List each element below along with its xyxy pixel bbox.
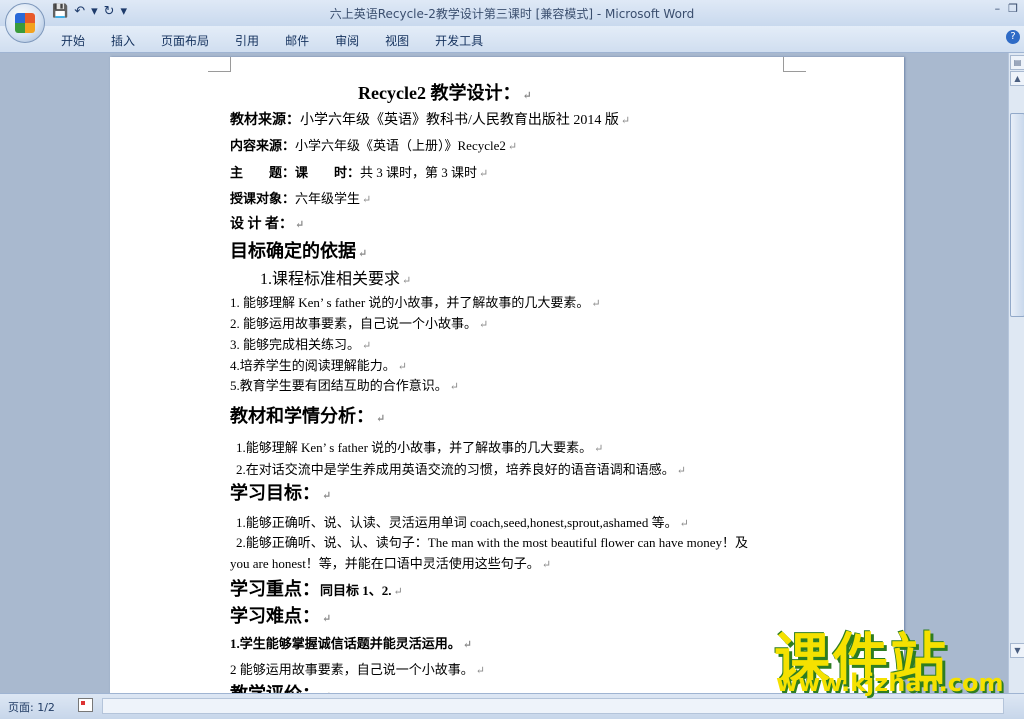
tab-view[interactable]: 视图 bbox=[372, 30, 422, 51]
goal-2: 2.能够正确听、说、认、读句子：The man with the most be… bbox=[236, 535, 748, 550]
source-line-1: 教材来源：小学六年级《英语》教科书/人民教育出版社 2014 版 ↵ bbox=[230, 113, 631, 128]
ruler-toggle-icon[interactable]: ▤ bbox=[1010, 55, 1024, 70]
horizontal-scrollbar[interactable] bbox=[102, 698, 1004, 714]
list-item: 1.能够理解 Ken’ s father 说的小故事，并了解故事的几大要素。 ↵ bbox=[236, 440, 604, 455]
designer-line: 设 计 者： ↵ bbox=[230, 217, 305, 232]
subheading-standards: 1.课程标准相关要求 ↵ bbox=[260, 271, 412, 288]
margin-mark-top-right bbox=[783, 57, 806, 72]
key-line: 学习重点：同目标 1、2. ↵ bbox=[230, 579, 403, 599]
tab-insert[interactable]: 插入 bbox=[98, 30, 148, 51]
tab-mailings[interactable]: 邮件 bbox=[272, 30, 322, 51]
heading-goals: 学习目标： ↵ bbox=[230, 483, 332, 503]
tab-developer[interactable]: 开发工具 bbox=[422, 30, 496, 51]
tab-page-layout[interactable]: 页面布局 bbox=[148, 30, 222, 51]
difficulty-2: 2 能够运用故事要素，自己说一个小故事。 ↵ bbox=[230, 662, 485, 677]
scroll-down-icon[interactable]: ▼ bbox=[1010, 643, 1024, 658]
restore-icon[interactable]: ❐ bbox=[1008, 2, 1018, 15]
heading-analysis: 教材和学情分析： ↵ bbox=[230, 406, 386, 426]
tab-home[interactable]: 开始 bbox=[48, 30, 98, 51]
help-icon[interactable]: ? bbox=[1006, 30, 1020, 44]
list-item: 3. 能够完成相关练习。 ↵ bbox=[230, 337, 372, 352]
list-item: 2. 能够运用故事要素，自己说一个小故事。 ↵ bbox=[230, 316, 489, 331]
window-controls: – ❐ bbox=[995, 2, 1018, 15]
watermark: 课件站 www.kjzhan.com bbox=[770, 615, 1010, 697]
office-button[interactable] bbox=[5, 3, 45, 43]
doc-title: Recycle2 教学设计： ↵ bbox=[358, 83, 532, 103]
margin-mark-top-left bbox=[208, 57, 231, 72]
heading-difficulty: 学习难点： ↵ bbox=[230, 606, 332, 626]
document-area: Recycle2 教学设计： ↵ 教材来源：小学六年级《英语》教科书/人民教育出版… bbox=[0, 53, 1008, 693]
goal-1: 1.能够正确听、说、认读、灵活运用单词 coach,seed,honest,sp… bbox=[236, 515, 689, 530]
page-indicator[interactable]: 页面: 1/2 bbox=[8, 699, 55, 715]
list-item: 4.培养学生的阅读理解能力。 ↵ bbox=[230, 358, 407, 373]
title-bar: 💾 ↶ ▾ ↻ ▾ 六上英语Recycle-2教学设计第三课时 [兼容模式] -… bbox=[0, 0, 1024, 27]
difficulty-1: 1.学生能够掌握诚信话题并能灵活运用。 ↵ bbox=[230, 636, 472, 651]
tab-references[interactable]: 引用 bbox=[222, 30, 272, 51]
tab-review[interactable]: 审阅 bbox=[322, 30, 372, 51]
source-line-2: 内容来源：小学六年级《英语（上册）》Recycle2 ↵ bbox=[230, 138, 518, 153]
watermark-url: www.kjzhan.com bbox=[776, 669, 1004, 697]
ribbon: 开始 插入 页面布局 引用 邮件 审阅 视图 开发工具 ? bbox=[0, 26, 1024, 53]
scroll-thumb[interactable] bbox=[1010, 113, 1024, 317]
ribbon-tabs: 开始 插入 页面布局 引用 邮件 审阅 视图 开发工具 bbox=[48, 30, 496, 51]
proofing-icon[interactable] bbox=[78, 698, 93, 712]
list-item: 2.在对话交流中是学生养成用英语交流的习惯，培养良好的语音语调和语感。 ↵ bbox=[236, 462, 686, 477]
list-item: 5.教育学生要有团结互助的合作意识。 ↵ bbox=[230, 378, 459, 393]
scroll-up-icon[interactable]: ▲ bbox=[1010, 71, 1024, 86]
document-page[interactable]: Recycle2 教学设计： ↵ 教材来源：小学六年级《英语》教科书/人民教育出版… bbox=[110, 57, 904, 693]
audience-line: 授课对象：六年级学生 ↵ bbox=[230, 191, 372, 206]
list-item: 1. 能够理解 Ken’ s father 说的小故事，并了解故事的几大要素。 ↵ bbox=[230, 295, 601, 310]
vertical-scrollbar[interactable]: ▤ ▲ ▼ bbox=[1008, 53, 1024, 693]
goal-2-cont: you are honest！等，并能在口语中灵活使用这些句子。 ↵ bbox=[230, 556, 552, 571]
minimize-icon[interactable]: – bbox=[995, 2, 1001, 15]
heading-basis: 目标确定的依据 ↵ bbox=[230, 241, 368, 261]
office-logo-icon bbox=[15, 13, 35, 33]
topic-line: 主 题：课 时：共 3 课时，第 3 课时 ↵ bbox=[230, 165, 489, 180]
heading-evaluation: 教学评价：↵ bbox=[230, 680, 331, 693]
window-title: 六上英语Recycle-2教学设计第三课时 [兼容模式] - Microsoft… bbox=[329, 7, 695, 21]
